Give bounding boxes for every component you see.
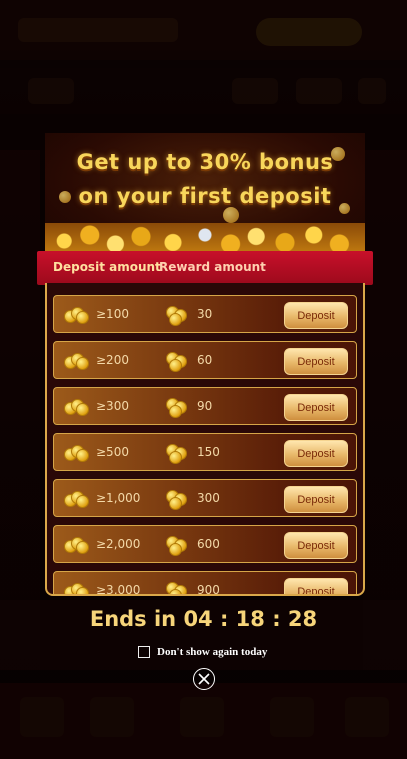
tier-deposit-amount: ≥200	[96, 353, 129, 367]
deposit-tier-row: ≥3,000 900 Deposit	[53, 571, 357, 596]
tier-reward-amount: 600	[197, 537, 220, 551]
tier-deposit-amount: ≥1,000	[96, 491, 141, 505]
deposit-tier-row: ≥2,000 600 Deposit	[53, 525, 357, 563]
deposit-tier-row: ≥100 30 Deposit	[53, 295, 357, 333]
coin-stack-icon	[164, 581, 190, 594]
tier-deposit-amount: ≥2,000	[96, 537, 141, 551]
tier-deposit-amount: ≥500	[96, 445, 129, 459]
dont-show-again-label: Don't show again today	[157, 646, 268, 658]
tier-reward-amount: 900	[197, 583, 220, 596]
coin-pile-image	[45, 223, 365, 253]
deposit-tier-row: ≥300 90 Deposit	[53, 387, 357, 425]
tier-deposit-amount: ≥3,000	[96, 583, 141, 596]
deposit-button[interactable]: Deposit	[284, 532, 348, 559]
gold-coins-icon	[64, 351, 90, 371]
first-deposit-bonus-modal: Get up to 30% bonus on your first deposi…	[37, 133, 373, 596]
tier-deposit-amount: ≥300	[96, 399, 129, 413]
gold-coins-icon	[64, 305, 90, 325]
tier-reward-amount: 150	[197, 445, 220, 459]
coin-stack-icon	[164, 443, 190, 464]
promo-headline-line2: on your first deposit	[78, 184, 332, 208]
deposit-tier-row: ≥500 150 Deposit	[53, 433, 357, 471]
deposit-button[interactable]: Deposit	[284, 394, 348, 421]
tier-deposit-amount: ≥100	[96, 307, 129, 321]
tier-reward-amount: 90	[197, 399, 213, 413]
close-icon	[198, 673, 210, 685]
promo-headline-line1: Get up to 30% bonus	[76, 150, 334, 174]
coin-stack-icon	[164, 305, 190, 326]
deposit-tier-row: ≥1,000 300 Deposit	[53, 479, 357, 517]
promo-banner: Get up to 30% bonus on your first deposi…	[45, 133, 365, 253]
deposit-amount-header: Deposit amount	[53, 260, 161, 274]
coin-stack-icon	[164, 535, 190, 556]
deposit-tiers-list[interactable]: ≥100 30 Deposit ≥200 60 Deposit ≥300 90 …	[45, 283, 365, 596]
close-button[interactable]	[193, 668, 215, 690]
coin-stack-icon	[164, 489, 190, 510]
table-header: Deposit amount Reward amount	[37, 251, 373, 285]
deposit-button[interactable]: Deposit	[284, 302, 348, 329]
tier-reward-amount: 60	[197, 353, 213, 367]
reward-amount-header: Reward amount	[159, 260, 266, 274]
countdown-timer: Ends in 04 : 18 : 28	[89, 607, 318, 631]
coin-stack-icon	[164, 397, 190, 418]
dont-show-again-checkbox[interactable]	[138, 646, 150, 658]
gold-coins-icon	[64, 489, 90, 509]
tier-reward-amount: 300	[197, 491, 220, 505]
gold-coins-icon	[64, 581, 90, 594]
deposit-button[interactable]: Deposit	[284, 486, 348, 513]
gold-coins-icon	[64, 397, 90, 417]
deposit-button[interactable]: Deposit	[284, 578, 348, 594]
deposit-button[interactable]: Deposit	[284, 440, 348, 467]
promo-headline: Get up to 30% bonus on your first deposi…	[45, 145, 365, 213]
gold-coins-icon	[64, 535, 90, 555]
tier-reward-amount: 30	[197, 307, 213, 321]
deposit-button[interactable]: Deposit	[284, 348, 348, 375]
dont-show-again-toggle[interactable]: Don't show again today	[138, 646, 267, 658]
gold-coins-icon	[64, 443, 90, 463]
deposit-tier-row: ≥200 60 Deposit	[53, 341, 357, 379]
coin-stack-icon	[164, 351, 190, 372]
